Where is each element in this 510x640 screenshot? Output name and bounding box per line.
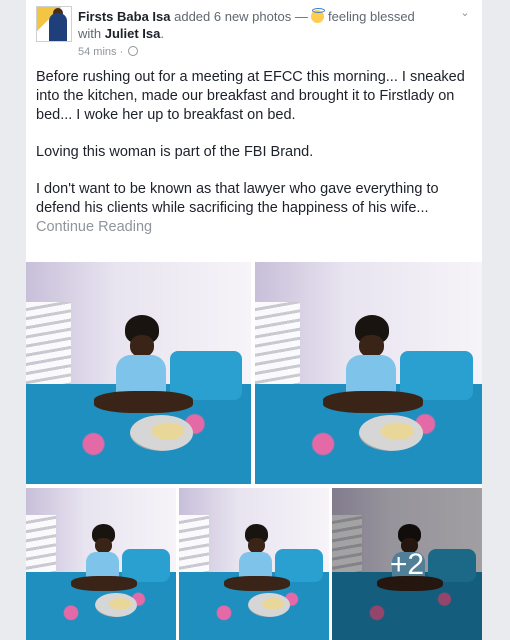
- post-photo-4[interactable]: [179, 488, 329, 640]
- post-paragraph-1: Before rushing out for a meeting at EFCC…: [36, 69, 465, 123]
- post-paragraph-3: I don't want to be known as that lawyer …: [36, 180, 472, 237]
- post-header: Firsts Baba Isa added 6 new photos — fee…: [36, 6, 472, 62]
- continue-reading-link[interactable]: Continue Reading: [36, 219, 152, 235]
- blessed-emoji-icon: [311, 8, 326, 23]
- author-avatar[interactable]: [36, 6, 72, 42]
- globe-icon[interactable]: [128, 46, 139, 56]
- with-prefix: with: [78, 26, 105, 41]
- post-time[interactable]: 54 mins: [78, 46, 117, 58]
- post-body: Before rushing out for a meeting at EFCC…: [36, 68, 472, 255]
- post-photo-5[interactable]: +2: [332, 488, 482, 640]
- author-name[interactable]: Firsts Baba Isa: [78, 9, 171, 24]
- avatar-suit: [49, 13, 67, 41]
- feeling-text: feeling blessed: [324, 9, 415, 24]
- tagged-name[interactable]: Juliet Isa: [105, 26, 161, 41]
- post-photo-1[interactable]: [26, 262, 251, 484]
- post-header-text: Firsts Baba Isa added 6 new photos — fee…: [78, 8, 438, 42]
- meta-dot: ·: [116, 46, 127, 58]
- more-photos-count[interactable]: +2: [332, 548, 482, 582]
- post-card: Firsts Baba Isa added 6 new photos — fee…: [26, 0, 482, 640]
- post-photo-3[interactable]: [26, 488, 176, 640]
- post-photo-2[interactable]: [255, 262, 482, 484]
- tagged-period: .: [160, 26, 164, 41]
- post-meta: 54 mins ·: [78, 46, 139, 58]
- post-paragraph-3-text: I don't want to be known as that lawyer …: [36, 181, 439, 216]
- post-action: added 6 new photos —: [170, 9, 312, 24]
- chevron-down-icon[interactable]: ⌄: [458, 6, 472, 20]
- post-paragraph-2: Loving this woman is part of the FBI Bra…: [36, 144, 314, 160]
